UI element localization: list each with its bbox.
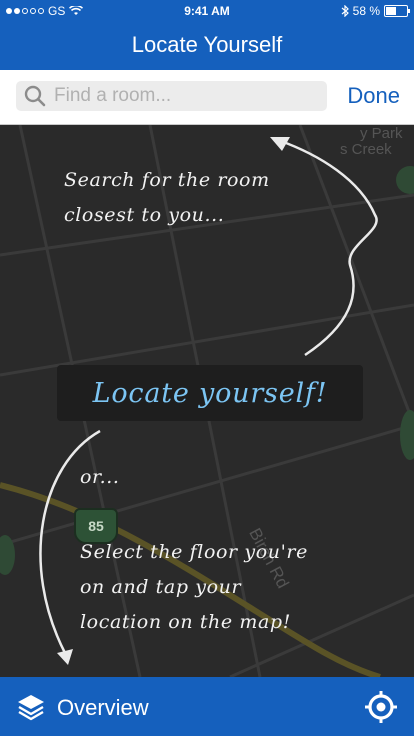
search-icon <box>24 85 46 107</box>
search-bar: Done <box>0 70 414 125</box>
creek-label: s Creek <box>340 141 392 158</box>
locate-yourself-label: Locate yourself! <box>92 377 328 409</box>
overview-button[interactable]: Overview <box>57 695 149 721</box>
bottom-bar: Overview <box>0 677 414 736</box>
locate-target-icon[interactable] <box>364 690 398 724</box>
search-field[interactable] <box>16 81 327 111</box>
park-label: y Park <box>360 125 403 142</box>
hint-select-floor: Select the floor you're on and tap your … <box>80 535 308 640</box>
locate-yourself-banner: Locate yourself! <box>57 365 363 421</box>
hint-floor-line2: on and tap your <box>80 576 242 598</box>
search-input[interactable] <box>52 84 306 108</box>
hint-search-line1: Search for the room <box>64 169 270 191</box>
done-button[interactable]: Done <box>347 83 400 109</box>
highway-number: 85 <box>88 518 104 534</box>
status-bar: GS 9:41 AM 58 % <box>0 0 414 22</box>
top-bar: GS 9:41 AM 58 % Locate Yourself <box>0 0 414 70</box>
bluetooth-icon <box>341 5 349 17</box>
battery-percent: 58 % <box>352 4 380 18</box>
layers-icon[interactable] <box>16 692 46 722</box>
hint-search: Search for the room closest to you... <box>64 163 270 233</box>
page-title: Locate Yourself <box>131 32 283 57</box>
hint-search-line2: closest to you... <box>64 204 225 226</box>
hint-floor-line3: location on the map! <box>80 611 291 633</box>
hint-or: or... <box>80 466 120 488</box>
hint-floor-line1: Select the floor you're <box>80 541 308 563</box>
battery-icon <box>384 5 410 17</box>
status-right: 58 % <box>341 4 410 18</box>
map-view[interactable]: Birch Rd y Park s Creek 85 Search for th… <box>0 125 414 677</box>
